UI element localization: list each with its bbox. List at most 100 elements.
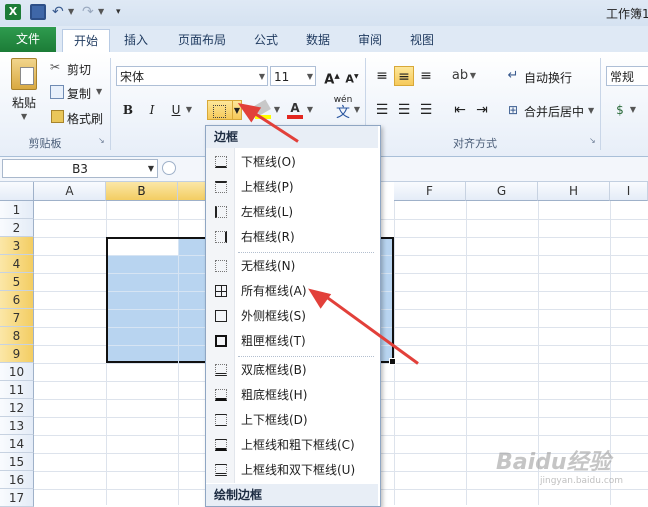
column-header-b[interactable]: B	[106, 182, 178, 201]
bold-button[interactable]: B	[118, 100, 138, 120]
font-name-combo[interactable]: 宋体 ▼	[116, 66, 268, 86]
align-center-icon[interactable]: ☰	[394, 100, 414, 120]
font-size-combo[interactable]: 11 ▼	[270, 66, 316, 86]
font-name-dropdown-icon[interactable]: ▼	[259, 67, 265, 87]
undo-dropdown-icon[interactable]: ▼	[68, 4, 76, 20]
name-box[interactable]: B3 ▼	[2, 159, 158, 178]
menu-item-thick-bottom-border[interactable]: 粗底框线(H)	[206, 383, 378, 408]
row-header-8[interactable]: 8	[0, 327, 34, 345]
tab-formulas[interactable]: 公式	[246, 29, 286, 51]
menu-item-thick-box-border[interactable]: 粗匣框线(T)	[206, 329, 378, 354]
formula-bar-handle-icon[interactable]	[162, 161, 176, 175]
format-painter-button[interactable]: 格式刷	[67, 110, 103, 127]
accounting-format-icon[interactable]: $	[610, 100, 630, 120]
orientation-icon[interactable]: ab	[450, 66, 470, 86]
shrink-font-button[interactable]: A▼	[342, 67, 362, 87]
tab-insert[interactable]: 插入	[116, 29, 156, 51]
menu-item-top-border[interactable]: 上框线(P)	[206, 175, 378, 200]
save-icon[interactable]	[30, 4, 46, 20]
menu-item-bottom-border[interactable]: 下框线(O)	[206, 150, 378, 175]
menu-item-right-border[interactable]: 右框线(R)	[206, 225, 378, 250]
column-header-f[interactable]: F	[394, 182, 466, 201]
fill-handle[interactable]	[389, 358, 396, 365]
paste-button[interactable]: 粘贴	[12, 94, 36, 111]
tab-review[interactable]: 审阅	[350, 29, 390, 51]
column-header-h[interactable]: H	[538, 182, 610, 201]
orientation-dropdown-icon[interactable]: ▼	[468, 66, 478, 86]
paste-dropdown-icon[interactable]: ▼	[21, 112, 27, 121]
font-color-dropdown-icon[interactable]: ▼	[305, 100, 315, 120]
select-all-corner[interactable]	[0, 182, 34, 201]
menu-item-double-bottom-border[interactable]: 双底框线(B)	[206, 358, 378, 383]
number-format-combo[interactable]: 常规	[606, 66, 648, 86]
redo-icon[interactable]: ↷	[82, 4, 98, 20]
row-header-14[interactable]: 14	[0, 435, 34, 453]
accounting-dropdown-icon[interactable]: ▼	[628, 100, 638, 120]
grow-font-button[interactable]: A▲	[322, 66, 342, 87]
align-middle-icon[interactable]: ≡	[394, 66, 414, 86]
font-color-icon[interactable]: A	[285, 98, 305, 119]
cut-icon[interactable]: ✂	[50, 60, 60, 74]
increase-indent-icon[interactable]: ⇥	[472, 100, 492, 120]
merge-center-icon[interactable]: ⊞	[503, 100, 523, 120]
menu-item-top-bottom-border[interactable]: 上下框线(D)	[206, 408, 378, 433]
wrap-text-icon[interactable]: ↵	[503, 66, 523, 86]
row-header-6[interactable]: 6	[0, 291, 34, 309]
row-header-9[interactable]: 9	[0, 345, 34, 363]
row-header-5[interactable]: 5	[0, 273, 34, 291]
wrap-text-button[interactable]: 自动换行	[524, 69, 572, 86]
tab-view[interactable]: 视图	[402, 29, 442, 51]
align-top-icon[interactable]: ≡	[372, 66, 392, 86]
underline-button[interactable]: U	[166, 100, 186, 120]
merge-center-button[interactable]: 合并后居中	[524, 103, 584, 120]
format-painter-icon[interactable]	[51, 110, 64, 123]
row-header-3[interactable]: 3	[0, 237, 34, 255]
row-header-4[interactable]: 4	[0, 255, 34, 273]
name-box-dropdown-icon[interactable]: ▼	[148, 160, 154, 178]
paste-icon[interactable]	[11, 58, 37, 90]
row-header-2[interactable]: 2	[0, 219, 34, 237]
tab-data[interactable]: 数据	[298, 29, 338, 51]
tab-home[interactable]: 开始	[62, 29, 110, 53]
align-left-icon[interactable]: ☰	[372, 100, 392, 120]
fill-color-dropdown-icon[interactable]: ▼	[272, 100, 282, 120]
menu-item-all-borders[interactable]: 所有框线(A)	[206, 279, 378, 304]
column-header-i[interactable]: I	[610, 182, 648, 201]
column-header-a[interactable]: A	[34, 182, 106, 201]
column-header-g[interactable]: G	[466, 182, 538, 201]
row-header-17[interactable]: 17	[0, 489, 34, 507]
menu-item-top-thick-bottom-border[interactable]: 上框线和粗下框线(C)	[206, 433, 378, 458]
row-header-10[interactable]: 10	[0, 363, 34, 381]
align-right-icon[interactable]: ☰	[416, 100, 436, 120]
row-header-16[interactable]: 16	[0, 471, 34, 489]
row-header-13[interactable]: 13	[0, 417, 34, 435]
row-header-12[interactable]: 12	[0, 399, 34, 417]
row-header-1[interactable]: 1	[0, 201, 34, 219]
tab-file[interactable]: 文件	[0, 27, 56, 52]
font-size-dropdown-icon[interactable]: ▼	[307, 67, 313, 87]
clipboard-launcher-icon[interactable]: ↘	[98, 136, 105, 145]
phonetic-dropdown-icon[interactable]: ▼	[352, 100, 362, 120]
copy-button[interactable]: 复制	[67, 85, 91, 102]
tab-page-layout[interactable]: 页面布局	[170, 29, 234, 51]
copy-dropdown-icon[interactable]: ▼	[96, 87, 102, 96]
menu-item-left-border[interactable]: 左框线(L)	[206, 200, 378, 225]
menu-item-no-border[interactable]: 无框线(N)	[206, 254, 378, 279]
alignment-launcher-icon[interactable]: ↘	[589, 136, 596, 145]
undo-icon[interactable]: ↶	[52, 4, 68, 20]
active-cell-b3[interactable]	[108, 239, 178, 255]
copy-icon[interactable]	[50, 85, 64, 99]
decrease-indent-icon[interactable]: ⇤	[450, 100, 470, 120]
customize-toolbar-icon[interactable]: ▾	[116, 4, 126, 20]
row-header-7[interactable]: 7	[0, 309, 34, 327]
redo-dropdown-icon[interactable]: ▼	[98, 4, 106, 20]
merge-dropdown-icon[interactable]: ▼	[588, 106, 594, 115]
borders-button[interactable]	[207, 100, 233, 120]
align-bottom-icon[interactable]: ≡	[416, 66, 436, 86]
row-header-15[interactable]: 15	[0, 453, 34, 471]
italic-button[interactable]: I	[142, 100, 162, 120]
cut-button[interactable]: 剪切	[67, 61, 91, 78]
underline-dropdown-icon[interactable]: ▼	[184, 100, 194, 120]
row-header-11[interactable]: 11	[0, 381, 34, 399]
menu-item-top-double-bottom-border[interactable]: 上框线和双下框线(U)	[206, 458, 378, 483]
